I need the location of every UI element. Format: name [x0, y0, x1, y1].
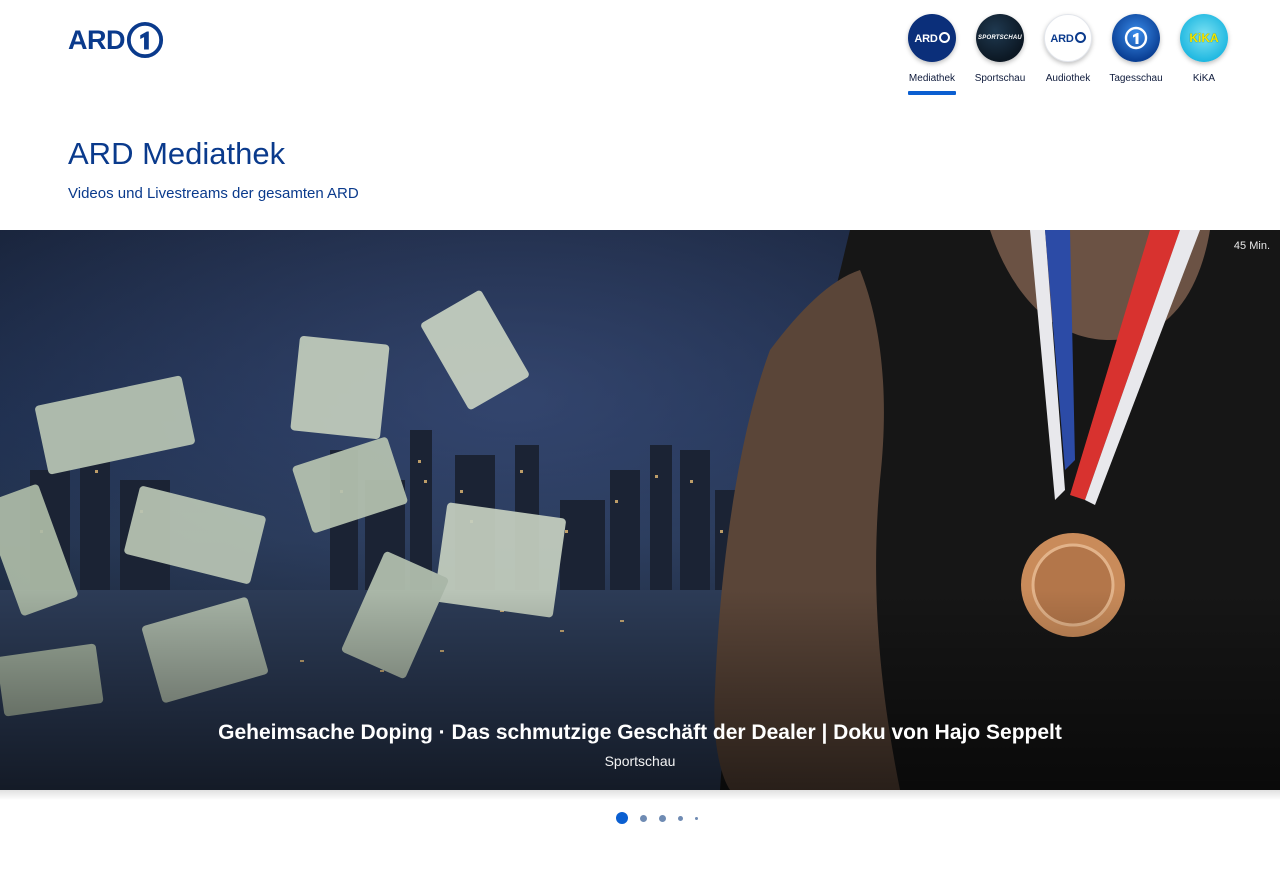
ard-logo-text: ARD: [68, 24, 126, 55]
channel-mediathek[interactable]: ARD Mediathek: [908, 14, 956, 95]
hero-title[interactable]: Geheimsache Doping · Das schmutzige Gesc…: [0, 721, 1280, 745]
kika-icon: KiKA: [1180, 14, 1228, 62]
top-bar: ARD ARD Mediathek SPORTSCHAU Sportschau …: [0, 0, 1280, 110]
carousel-dot-5[interactable]: [695, 816, 698, 820]
channel-switcher: ARD Mediathek SPORTSCHAU Sportschau ARD …: [908, 14, 1228, 95]
channel-label: Sportschau: [974, 73, 1026, 84]
channel-kika[interactable]: KiKA KiKA: [1180, 14, 1228, 95]
hero-teaser[interactable]: 45 Min. Geheimsache Doping · Das schmutz…: [0, 230, 1280, 790]
ard-logo[interactable]: ARD: [68, 17, 164, 63]
channel-tagesschau[interactable]: Tagesschau: [1109, 14, 1163, 95]
page-subtitle: Videos und Livestreams der gesamten ARD: [68, 185, 359, 202]
ard-one-icon: [126, 21, 164, 59]
hero-channel: Sportschau: [604, 753, 676, 769]
ard-mediathek-icon: ARD: [908, 14, 956, 62]
sportschau-icon: SPORTSCHAU: [976, 14, 1024, 62]
ard-audiothek-icon: ARD: [1044, 14, 1092, 62]
page-title: ARD Mediathek: [68, 136, 286, 171]
channel-label: KiKA: [1192, 73, 1216, 84]
carousel-dot-1[interactable]: [616, 812, 628, 824]
carousel-pagination: [0, 812, 1280, 824]
active-channel-indicator: [908, 91, 956, 95]
carousel-dot-2[interactable]: [640, 814, 647, 822]
channel-sportschau[interactable]: SPORTSCHAU Sportschau: [974, 14, 1026, 95]
channel-label: Mediathek: [908, 73, 956, 84]
channel-label: Tagesschau: [1109, 73, 1163, 84]
carousel-dot-3[interactable]: [659, 814, 666, 822]
channel-label: Audiothek: [1045, 73, 1091, 84]
page-heading: ARD Mediathek Videos und Livestreams der…: [68, 136, 359, 202]
duration-badge: 45 Min.: [1233, 240, 1270, 252]
carousel-dot-4[interactable]: [678, 815, 683, 821]
channel-audiothek[interactable]: ARD Audiothek: [1044, 14, 1092, 95]
tagesschau-icon: [1112, 14, 1160, 62]
